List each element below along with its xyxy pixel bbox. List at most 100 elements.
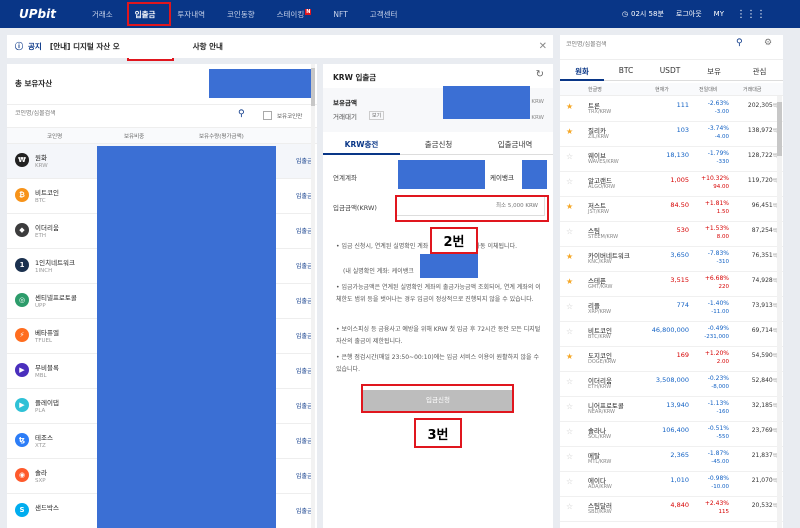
market-row[interactable]: ★ 질리카 ZIL/KRW 103 -3.74% -4.00 138,972백만 bbox=[560, 122, 783, 147]
favorite-star-icon[interactable]: ★ bbox=[566, 277, 573, 286]
favorite-star-icon[interactable]: ★ bbox=[566, 202, 573, 211]
change-amount: 2.00 bbox=[716, 359, 729, 365]
change-percent: -7.83% bbox=[707, 250, 729, 257]
col-coin-name: 코인명 bbox=[47, 134, 63, 140]
market-row[interactable]: ★ 트론 TRX/KRW 111 -2.63% -3.00 202,305백만 bbox=[560, 97, 783, 122]
market-row[interactable]: ★ 스테픈 GMT/KRW 3,515 +6.68% 220 74,928백만 bbox=[560, 272, 783, 297]
step3-highlight bbox=[361, 384, 514, 413]
holdings-header: 코인명 보유비중 보유수량(평가금액) bbox=[7, 128, 317, 144]
favorite-star-icon[interactable]: ★ bbox=[566, 102, 573, 111]
market-coin-pair: MTL/KRW bbox=[588, 459, 612, 465]
coin-name: 무비블록 bbox=[35, 364, 59, 372]
settings-gear-icon[interactable]: ⚙ bbox=[764, 38, 772, 48]
menu-investments[interactable]: 투자내역 bbox=[166, 9, 216, 20]
favorite-star-icon[interactable]: ☆ bbox=[566, 502, 573, 511]
coin-logo-icon: ꜩ bbox=[15, 433, 29, 447]
col-korean-name: 한글명 bbox=[588, 87, 602, 93]
menu-nft[interactable]: NFT bbox=[322, 10, 358, 19]
change-percent: -1.40% bbox=[707, 300, 729, 307]
favorite-star-icon[interactable]: ☆ bbox=[566, 227, 573, 236]
market-tab[interactable]: 보유 bbox=[692, 66, 736, 77]
market-row[interactable]: ☆ 솔라나 SOL/KRW 106,400 -0.51% -550 23,769… bbox=[560, 422, 783, 447]
left-scrollbar[interactable] bbox=[311, 64, 315, 528]
coin-symbol: MBL bbox=[35, 373, 47, 379]
current-price: 18,130 bbox=[666, 151, 689, 159]
market-row[interactable]: ★ 저스트 JST/KRW 84.50 +1.81% 1.50 96,451백만 bbox=[560, 197, 783, 222]
favorite-star-icon[interactable]: ☆ bbox=[566, 377, 573, 386]
change-percent: -1.13% bbox=[707, 400, 729, 407]
new-badge: N bbox=[305, 8, 312, 15]
deposit-note: • 은행 점검시간(매일 23:50~00:10)에는 입금 서비스 이용이 원… bbox=[336, 352, 546, 376]
market-tab[interactable]: USDT bbox=[648, 66, 692, 75]
volume-value: 73,913 bbox=[751, 302, 773, 309]
market-row[interactable]: ☆ 웨이브 WAVES/KRW 18,130 -1.79% -330 128,7… bbox=[560, 147, 783, 172]
volume-value: 87,254 bbox=[751, 227, 773, 234]
col-volume: 거래대금 bbox=[743, 87, 762, 93]
current-price: 84.50 bbox=[670, 201, 689, 209]
favorite-star-icon[interactable]: ☆ bbox=[566, 177, 573, 186]
change-percent: -1.79% bbox=[707, 150, 729, 157]
market-row[interactable]: ★ 카이버네트워크 KNC/KRW 3,650 -7.83% -310 76,3… bbox=[560, 247, 783, 272]
step3-label: 3번 bbox=[414, 418, 462, 448]
logout-link[interactable]: 로그아웃 bbox=[676, 9, 702, 19]
market-search-icon[interactable]: ⚲ bbox=[736, 38, 743, 48]
market-tab[interactable]: BTC bbox=[604, 66, 648, 75]
left-scroll-thumb[interactable] bbox=[311, 68, 315, 106]
search-icon[interactable]: ⚲ bbox=[238, 109, 245, 119]
menu-exchange[interactable]: 거래소 bbox=[81, 9, 124, 20]
current-price: 103 bbox=[676, 126, 689, 134]
menu-support[interactable]: 고객센터 bbox=[359, 9, 409, 20]
favorite-star-icon[interactable]: ☆ bbox=[566, 152, 573, 161]
market-tab[interactable]: 원화 bbox=[560, 66, 604, 77]
market-row[interactable]: ☆ 니어프로토콜 NEAR/KRW 13,940 -1.13% -160 32,… bbox=[560, 397, 783, 422]
current-price: 111 bbox=[676, 101, 689, 109]
notice-bar[interactable]: ⓘ 공지 [안내] 디지털 자산 오 사항 안내 ✕ bbox=[7, 35, 553, 58]
market-coin-pair: WAVES/KRW bbox=[588, 159, 619, 165]
total-assets-title: 총 보유자산 bbox=[15, 79, 53, 88]
coin-logo-icon: ₩ bbox=[15, 153, 29, 167]
market-tab[interactable]: 관심 bbox=[736, 66, 783, 77]
market-row[interactable]: ★ 도지코인 DOGE/KRW 169 +1.20% 2.00 54,590백만 bbox=[560, 347, 783, 372]
favorite-star-icon[interactable]: ☆ bbox=[566, 452, 573, 461]
favorite-star-icon[interactable]: ★ bbox=[566, 352, 573, 361]
market-row[interactable]: ☆ 에이다 ADA/KRW 1,010 -0.98% -10.00 21,070… bbox=[560, 472, 783, 497]
right-scroll-thumb[interactable] bbox=[777, 102, 782, 156]
market-search-input[interactable] bbox=[566, 41, 726, 48]
market-row[interactable]: ☆ 리플 XRP/KRW 774 -1.40% -11.00 73,913백만 bbox=[560, 297, 783, 322]
right-scrollbar[interactable] bbox=[777, 96, 782, 528]
clock-icon: ◷ bbox=[621, 10, 628, 18]
market-coin-pair: GMT/KRW bbox=[588, 284, 613, 290]
market-row[interactable]: ☆ 비트코인 BTC/KRW 46,800,000 -0.49% -231,00… bbox=[560, 322, 783, 347]
coin-logo-icon: ◎ bbox=[15, 293, 29, 307]
step1-highlight bbox=[127, 2, 171, 26]
market-coin-pair: SBD/KRW bbox=[588, 509, 612, 515]
market-row[interactable]: ☆ 이더리움 ETH/KRW 3,508,000 -0.23% -8,000 5… bbox=[560, 372, 783, 397]
change-amount: -160 bbox=[716, 409, 729, 415]
favorite-star-icon[interactable]: ☆ bbox=[566, 327, 573, 336]
current-price: 3,508,000 bbox=[655, 376, 689, 384]
col-weight: 보유비중 bbox=[124, 134, 145, 140]
favorite-star-icon[interactable]: ☆ bbox=[566, 427, 573, 436]
my-menu[interactable]: MY bbox=[714, 10, 724, 18]
coin-search-input[interactable] bbox=[15, 110, 195, 117]
favorite-star-icon[interactable]: ☆ bbox=[566, 402, 573, 411]
market-row[interactable]: ☆ 메탈 MTL/KRW 2,365 -1.87% -45.00 21,837백… bbox=[560, 447, 783, 472]
total-assets-redacted bbox=[209, 69, 313, 98]
coin-logo-icon: ◉ bbox=[15, 468, 29, 482]
market-row[interactable]: ☆ 스팀달러 SBD/KRW 4,840 +2.43% 115 20,532백만 bbox=[560, 497, 783, 522]
favorite-star-icon[interactable]: ★ bbox=[566, 127, 573, 136]
grid-menu-icon[interactable]: ⋮⋮⋮ bbox=[736, 9, 766, 20]
close-icon[interactable]: ✕ bbox=[539, 41, 547, 52]
market-row[interactable]: ☆ 알고랜드 ALGO/KRW 1,005 +10.32% 94.00 119,… bbox=[560, 172, 783, 197]
hide-zero-checkbox[interactable] bbox=[263, 111, 272, 120]
menu-staking[interactable]: 스테이킹 N bbox=[266, 8, 323, 20]
favorite-star-icon[interactable]: ☆ bbox=[566, 302, 573, 311]
upbit-logo[interactable]: UPbit bbox=[19, 7, 81, 21]
favorite-star-icon[interactable]: ☆ bbox=[566, 477, 573, 486]
favorite-star-icon[interactable]: ★ bbox=[566, 252, 573, 261]
menu-coin-trends[interactable]: 코인동향 bbox=[216, 9, 266, 20]
volume-value: 202,305 bbox=[747, 102, 773, 109]
change-percent: -1.87% bbox=[707, 450, 729, 457]
market-row[interactable]: ☆ 스팀 STEEM/KRW 530 +1.53% 8.00 87,254백만 bbox=[560, 222, 783, 247]
current-price: 1,005 bbox=[670, 176, 689, 184]
